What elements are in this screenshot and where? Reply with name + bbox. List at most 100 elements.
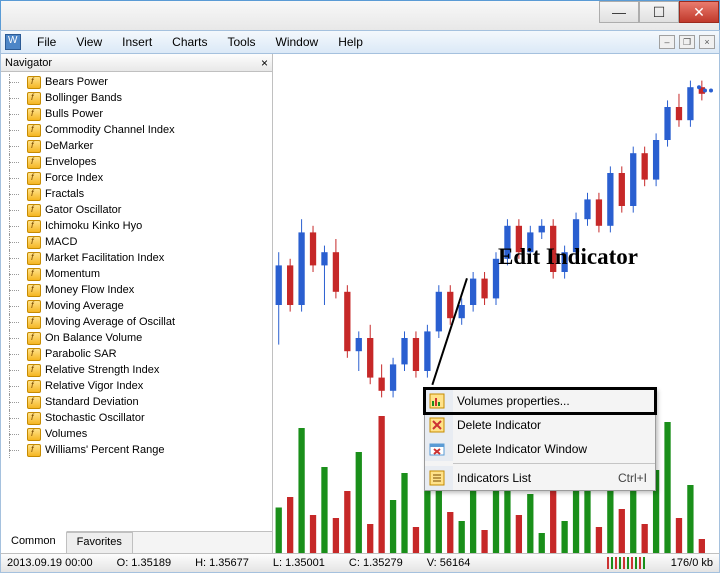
menu-separator: [453, 463, 655, 464]
menu-window[interactable]: Window: [266, 33, 329, 51]
menu-insert[interactable]: Insert: [112, 33, 162, 51]
indicator-icon: [27, 428, 41, 441]
indicator-icon: [27, 380, 41, 393]
navigator-item[interactable]: Ichimoku Kinko Hyo: [21, 218, 272, 234]
status-volume: V: 56164: [427, 557, 471, 569]
navigator-title: Navigator: [5, 57, 52, 69]
status-network: 176/0 kb: [671, 557, 713, 569]
menu-item-label: Volumes properties...: [457, 394, 570, 408]
menu-delete-indicator[interactable]: Delete Indicator: [425, 413, 655, 437]
navigator-item-label: Gator Oscillator: [45, 204, 121, 216]
navigator-item[interactable]: Bulls Power: [21, 106, 272, 122]
navigator-item[interactable]: Money Flow Index: [21, 282, 272, 298]
menu-help[interactable]: Help: [328, 33, 373, 51]
navigator-tree[interactable]: Bears Power Bollinger Bands Bulls Power Com…: [1, 72, 272, 531]
navigator-item-label: Momentum: [45, 268, 100, 280]
delete-icon: [429, 417, 445, 433]
navigator-item-label: Volumes: [45, 428, 87, 440]
navigator-item[interactable]: Fractals: [21, 186, 272, 202]
navigator-item-label: DeMarker: [45, 140, 93, 152]
navigator-item-label: Moving Average of Oscillat: [45, 316, 175, 328]
window-close-button[interactable]: ✕: [679, 1, 719, 23]
tab-common[interactable]: Common: [1, 531, 67, 553]
navigator-item[interactable]: MACD: [21, 234, 272, 250]
navigator-item[interactable]: Parabolic SAR: [21, 346, 272, 362]
indicator-icon: [27, 188, 41, 201]
indicator-icon: [27, 268, 41, 281]
navigator-item-label: Force Index: [45, 172, 103, 184]
navigator-tabs: Common Favorites: [1, 531, 272, 553]
navigator-item[interactable]: Stochastic Oscillator: [21, 410, 272, 426]
menu-indicators-list[interactable]: Indicators List Ctrl+I: [425, 466, 655, 490]
indicator-icon: [27, 396, 41, 409]
indicator-icon: [27, 92, 41, 105]
navigator-item[interactable]: Moving Average of Oscillat: [21, 314, 272, 330]
navigator-item[interactable]: Standard Deviation: [21, 394, 272, 410]
navigator-item[interactable]: Moving Average: [21, 298, 272, 314]
navigator-item[interactable]: Force Index: [21, 170, 272, 186]
navigator-item[interactable]: Envelopes: [21, 154, 272, 170]
indicator-icon: [27, 156, 41, 169]
status-close: C: 1.35279: [349, 557, 403, 569]
mdi-minimize-button[interactable]: –: [659, 35, 675, 49]
navigator-item[interactable]: On Balance Volume: [21, 330, 272, 346]
menu-view[interactable]: View: [66, 33, 112, 51]
tab-favorites[interactable]: Favorites: [67, 532, 133, 553]
mdi-close-button[interactable]: ×: [699, 35, 715, 49]
navigator-item[interactable]: Gator Oscillator: [21, 202, 272, 218]
navigator-item-label: Money Flow Index: [45, 284, 134, 296]
indicator-icon: [27, 172, 41, 185]
navigator-item[interactable]: Bears Power: [21, 74, 272, 90]
window-minimize-button[interactable]: —: [599, 1, 639, 23]
indicator-icon: [27, 412, 41, 425]
indicator-icon: [27, 316, 41, 329]
menu-charts[interactable]: Charts: [162, 33, 217, 51]
menu-delete-indicator-window[interactable]: Delete Indicator Window: [425, 437, 655, 461]
delete-window-icon: [429, 441, 445, 457]
navigator-item[interactable]: Market Facilitation Index: [21, 250, 272, 266]
window-maximize-button[interactable]: ☐: [639, 1, 679, 23]
navigator-item[interactable]: Williams' Percent Range: [21, 442, 272, 458]
navigator-item[interactable]: Relative Strength Index: [21, 362, 272, 378]
navigator-item-label: Williams' Percent Range: [45, 444, 164, 456]
navigator-item-label: Moving Average: [45, 300, 124, 312]
menu-volumes-properties[interactable]: Volumes properties...: [425, 389, 655, 413]
menu-file[interactable]: File: [27, 33, 66, 51]
navigator-item[interactable]: Relative Vigor Index: [21, 378, 272, 394]
indicator-icon: [27, 236, 41, 249]
navigator-close-icon[interactable]: ×: [261, 56, 268, 70]
annotation-label: Edit Indicator: [498, 244, 638, 270]
navigator-item[interactable]: Bollinger Bands: [21, 90, 272, 106]
navigator-item-label: Stochastic Oscillator: [45, 412, 145, 424]
indicator-icon: [27, 252, 41, 265]
navigator-item-label: Bulls Power: [45, 108, 103, 120]
menu-tools[interactable]: Tools: [218, 33, 266, 51]
navigator-item[interactable]: Momentum: [21, 266, 272, 282]
indicator-icon: [27, 332, 41, 345]
indicator-icon: [27, 348, 41, 361]
navigator-panel: Navigator × Bears Power Bollinger Bands Bu…: [1, 54, 273, 553]
app-icon: [5, 34, 21, 50]
indicator-icon: [27, 444, 41, 457]
navigator-item[interactable]: Volumes: [21, 426, 272, 442]
menu-item-label: Indicators List: [457, 471, 531, 485]
status-date: 2013.09.19 00:00: [7, 557, 93, 569]
navigator-item-label: Bollinger Bands: [45, 92, 122, 104]
indicator-icon: [27, 364, 41, 377]
navigator-item-label: Fractals: [45, 188, 84, 200]
navigator-item-label: Market Facilitation Index: [45, 252, 164, 264]
navigator-item-label: Bears Power: [45, 76, 108, 88]
indicator-context-menu: Volumes properties... Delete Indicator D…: [424, 388, 656, 491]
indicator-icon: [27, 220, 41, 233]
status-low: L: 1.35001: [273, 557, 325, 569]
indicator-icon: [27, 204, 41, 217]
navigator-item-label: MACD: [45, 236, 77, 248]
mdi-restore-button[interactable]: ❐: [679, 35, 695, 49]
navigator-item[interactable]: Commodity Channel Index: [21, 122, 272, 138]
navigator-item-label: Ichimoku Kinko Hyo: [45, 220, 142, 232]
navigator-item[interactable]: DeMarker: [21, 138, 272, 154]
indicator-icon: [27, 300, 41, 313]
indicator-icon: [27, 76, 41, 89]
menu-item-label: Delete Indicator Window: [457, 442, 587, 456]
navigator-header: Navigator ×: [1, 54, 272, 72]
